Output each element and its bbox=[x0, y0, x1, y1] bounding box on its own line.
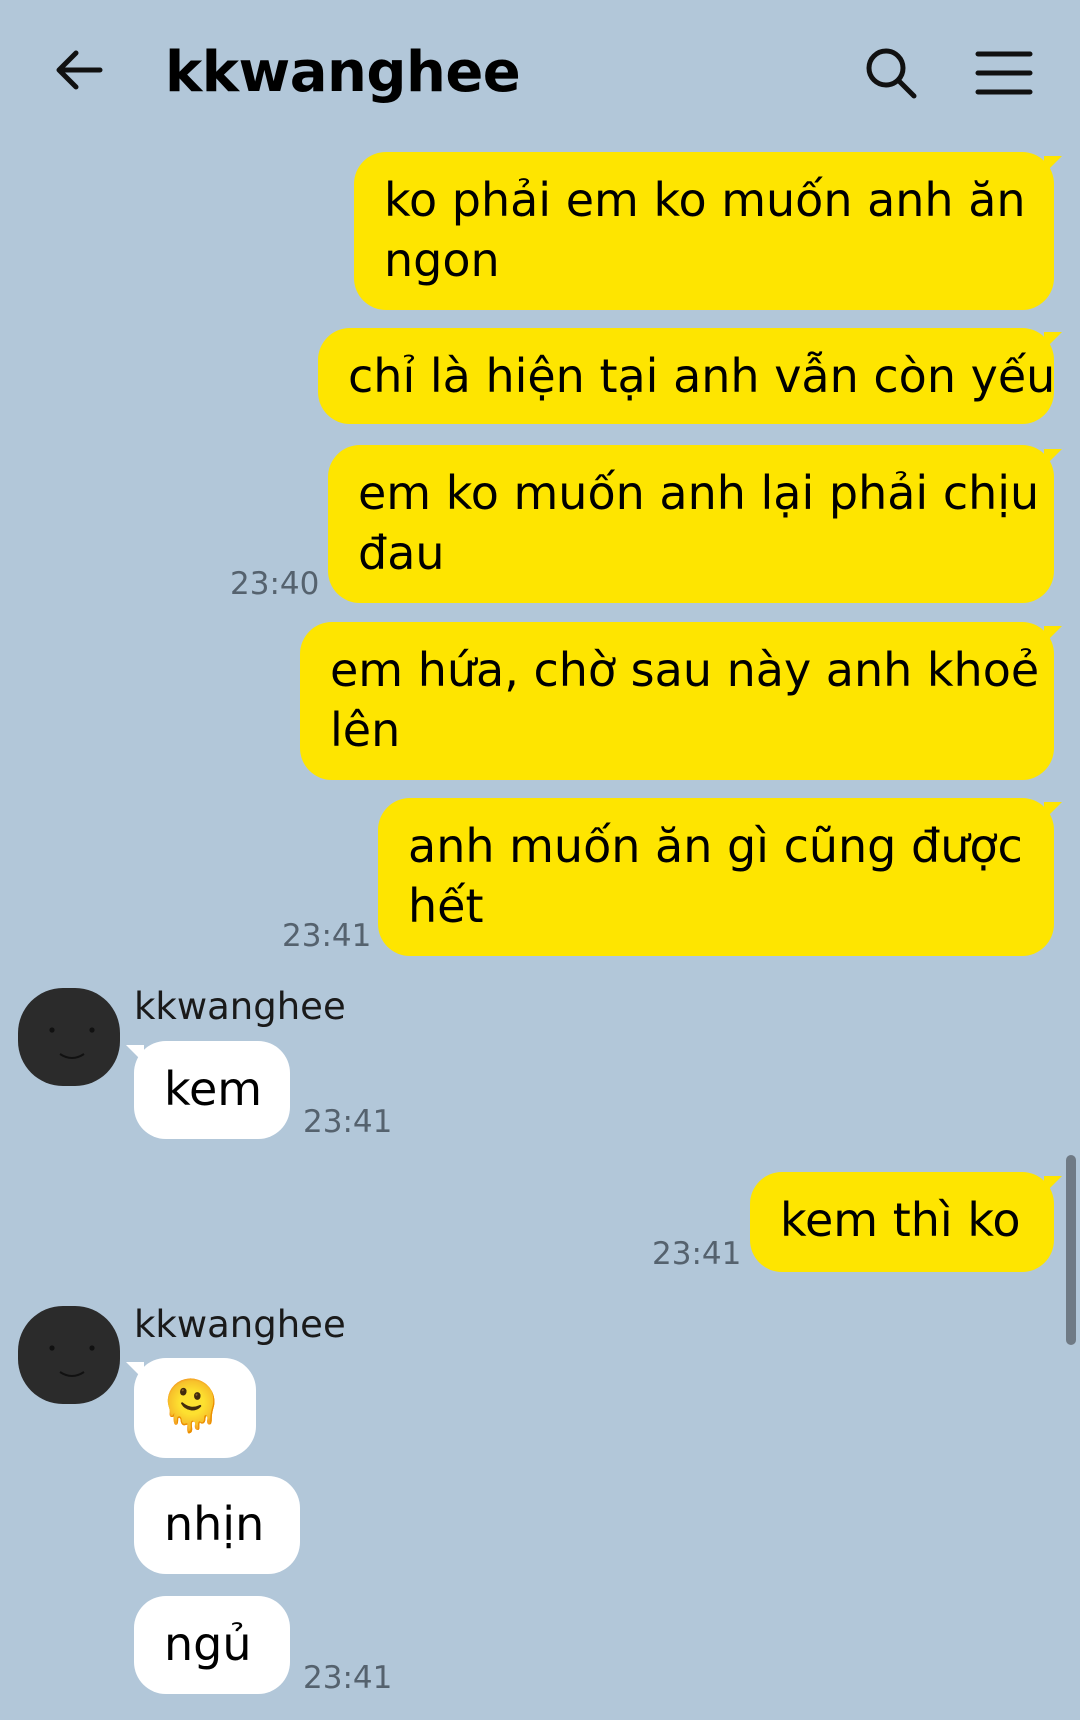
melting-face-emoji: 🫠 bbox=[160, 1377, 223, 1435]
message-bubble-outgoing[interactable]: chỉ là hiện tại anh vẫn còn yếu bbox=[318, 328, 1062, 424]
message-bubble-outgoing[interactable]: em hứa, chờ sau này anh khoẻ lên bbox=[300, 622, 1062, 780]
message-line: đau bbox=[358, 526, 445, 580]
message-timestamp: 23:41 bbox=[652, 1236, 742, 1272]
message-line: anh muốn ăn gì cũng được bbox=[408, 819, 1023, 873]
message-bubble-incoming[interactable]: 🫠 bbox=[126, 1358, 256, 1458]
message-bubble-incoming[interactable]: nhịn bbox=[134, 1476, 300, 1574]
message-timestamp: 23:40 bbox=[230, 566, 320, 602]
message-bubble-incoming[interactable]: kem bbox=[126, 1041, 290, 1139]
message-line: ngủ bbox=[164, 1617, 252, 1671]
scrollbar[interactable] bbox=[1066, 1155, 1076, 1345]
message-timestamp: 23:41 bbox=[282, 918, 372, 954]
message-line: em ko muốn anh lại phải chịu bbox=[358, 466, 1040, 520]
message-line: chỉ là hiện tại anh vẫn còn yếu bbox=[348, 349, 1056, 403]
avatar[interactable] bbox=[16, 1302, 122, 1408]
search-icon[interactable] bbox=[862, 44, 920, 102]
message-line: kem bbox=[164, 1062, 263, 1116]
sender-name: kkwanghee bbox=[134, 1303, 346, 1346]
message-line: ngon bbox=[384, 233, 500, 287]
message-bubble-outgoing[interactable]: em ko muốn anh lại phải chịu đau bbox=[328, 445, 1062, 603]
message-bubble-outgoing[interactable]: anh muốn ăn gì cũng được hết bbox=[378, 798, 1062, 956]
hamburger-menu-icon[interactable] bbox=[975, 46, 1033, 100]
sender-name: kkwanghee bbox=[134, 985, 346, 1028]
message-timestamp: 23:41 bbox=[303, 1104, 393, 1140]
message-line: em hứa, chờ sau này anh khoẻ bbox=[330, 643, 1040, 697]
chat-title: kkwanghee bbox=[165, 40, 521, 105]
message-line: hết bbox=[408, 879, 484, 933]
chat-header: kkwanghee bbox=[0, 0, 1080, 150]
avatar[interactable] bbox=[16, 984, 122, 1090]
message-bubble-incoming[interactable]: ngủ bbox=[134, 1596, 290, 1694]
message-line: lên bbox=[330, 703, 401, 757]
message-line: ko phải em ko muốn anh ăn bbox=[384, 173, 1026, 227]
message-bubble-outgoing[interactable]: ko phải em ko muốn anh ăn ngon bbox=[354, 152, 1062, 310]
message-timestamp: 23:41 bbox=[303, 1660, 393, 1696]
message-line: nhịn bbox=[164, 1497, 265, 1551]
arrow-left-icon[interactable] bbox=[50, 40, 110, 100]
message-line: kem thì ko bbox=[780, 1193, 1021, 1247]
message-bubble-outgoing[interactable]: kem thì ko bbox=[750, 1172, 1062, 1272]
